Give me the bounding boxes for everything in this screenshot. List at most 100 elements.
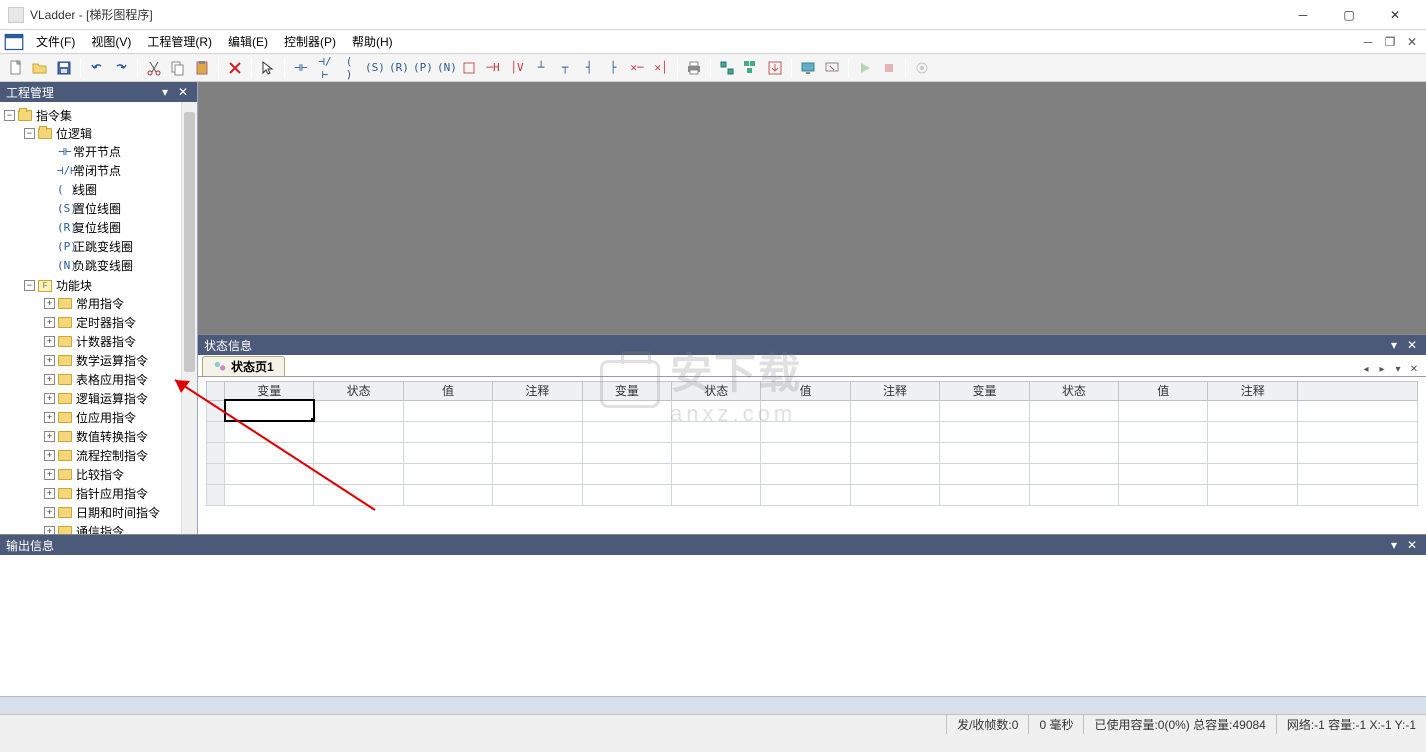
panel-close-button[interactable]: ✕	[1404, 337, 1420, 353]
grid-cell[interactable]	[940, 463, 1029, 484]
grid-cell[interactable]	[582, 442, 671, 463]
menu-edit[interactable]: 编辑(E)	[220, 31, 276, 52]
panel-dropdown-button[interactable]: ▾	[157, 84, 173, 100]
tree-nc-contact[interactable]: 常闭节点	[73, 162, 121, 179]
stop-button[interactable]	[878, 57, 900, 79]
mdi-close-button[interactable]: ✕	[1402, 34, 1422, 50]
grid-cell[interactable]	[940, 421, 1029, 442]
menu-controller[interactable]: 控制器(P)	[276, 31, 344, 52]
grid-cell[interactable]	[493, 421, 582, 442]
del-vline-button[interactable]: ✕│	[650, 57, 672, 79]
paste-button[interactable]	[191, 57, 213, 79]
grid-cell[interactable]	[403, 463, 492, 484]
tree-coil[interactable]: 线圈	[73, 181, 97, 198]
grid-cell[interactable]	[1298, 400, 1418, 421]
grid-cell[interactable]	[1029, 442, 1118, 463]
grid-cell[interactable]	[850, 421, 939, 442]
col-comment[interactable]: 注释	[493, 382, 582, 401]
scrollbar-thumb[interactable]	[184, 112, 195, 372]
print-button[interactable]	[683, 57, 705, 79]
expand-toggle[interactable]: +	[44, 336, 55, 347]
grid-cell[interactable]	[761, 463, 850, 484]
grid-cell[interactable]	[850, 463, 939, 484]
grid-cell[interactable]	[225, 442, 314, 463]
mdi-restore-button[interactable]: ❐	[1380, 34, 1400, 50]
tree-pos-edge[interactable]: 正跳变线圈	[73, 238, 133, 255]
grid-cell[interactable]	[1208, 421, 1298, 442]
grid-cell[interactable]	[672, 400, 761, 421]
grid-cell[interactable]	[940, 484, 1029, 505]
branch-left-button[interactable]: ┤	[578, 57, 600, 79]
grid-cell[interactable]	[672, 442, 761, 463]
grid-cell[interactable]	[1298, 442, 1418, 463]
tree-no-contact[interactable]: 常开节点	[73, 143, 121, 160]
expand-toggle[interactable]: +	[44, 507, 55, 518]
mdi-minimize-button[interactable]: ─	[1358, 34, 1378, 50]
hline-button[interactable]: ─H	[482, 57, 504, 79]
grid-cell[interactable]	[1208, 400, 1298, 421]
branch-right-button[interactable]: ├	[602, 57, 624, 79]
expand-toggle[interactable]: +	[44, 374, 55, 385]
grid-cell[interactable]	[1208, 442, 1298, 463]
monitor-button[interactable]	[797, 57, 819, 79]
panel-dropdown-button[interactable]: ▾	[1386, 537, 1402, 553]
del-hline-button[interactable]: ✕─	[626, 57, 648, 79]
maximize-button[interactable]: ▢	[1326, 0, 1372, 30]
panel-dropdown-button[interactable]: ▾	[1386, 337, 1402, 353]
copy-button[interactable]	[167, 57, 189, 79]
col-state[interactable]: 状态	[1029, 382, 1118, 401]
grid-cell[interactable]	[850, 484, 939, 505]
branch-down-button[interactable]: ┬	[554, 57, 576, 79]
grid-cell[interactable]	[850, 442, 939, 463]
expand-toggle[interactable]: −	[24, 128, 35, 139]
grid-cell[interactable]	[403, 442, 492, 463]
tree-funcblock[interactable]: 功能块	[56, 277, 92, 294]
output-body[interactable]	[0, 555, 1426, 696]
grid-cell[interactable]	[403, 484, 492, 505]
compile-button[interactable]	[716, 57, 738, 79]
grid-cell[interactable]	[672, 484, 761, 505]
tree-func-table[interactable]: 表格应用指令	[76, 371, 148, 388]
col-var[interactable]: 变量	[582, 382, 671, 401]
compile-all-button[interactable]	[740, 57, 762, 79]
grid-cell[interactable]	[314, 484, 403, 505]
tree-func-math[interactable]: 数学运算指令	[76, 352, 148, 369]
tree-bitlogic[interactable]: 位逻辑	[56, 125, 92, 142]
tree-func-comm[interactable]: 通信指令	[76, 523, 124, 534]
coil-button[interactable]: ( )	[338, 57, 360, 79]
tree-func-timer[interactable]: 定时器指令	[76, 314, 136, 331]
grid-cell[interactable]	[672, 463, 761, 484]
set-coil-button[interactable]: (S)	[362, 57, 384, 79]
grid-cell[interactable]	[761, 484, 850, 505]
tree-set-coil[interactable]: 置位线圈	[73, 200, 121, 217]
ladder-editor[interactable]	[198, 82, 1426, 334]
tree-func-flow[interactable]: 流程控制指令	[76, 447, 148, 464]
grid-cell[interactable]	[1208, 463, 1298, 484]
save-button[interactable]	[53, 57, 75, 79]
no-contact-button[interactable]: ⊣⊢	[290, 57, 312, 79]
grid-cell[interactable]	[1119, 442, 1208, 463]
tree-func-bitapp[interactable]: 位应用指令	[76, 409, 136, 426]
grid-cell[interactable]	[225, 421, 314, 442]
col-state[interactable]: 状态	[314, 382, 403, 401]
grid-cell[interactable]	[940, 400, 1029, 421]
grid-cell[interactable]	[1029, 484, 1118, 505]
col-comment[interactable]: 注释	[850, 382, 939, 401]
tree-func-compare[interactable]: 比较指令	[76, 466, 124, 483]
tab-close-button[interactable]: ✕	[1407, 362, 1421, 376]
tab-next-button[interactable]: ▸	[1375, 362, 1389, 376]
run-button[interactable]	[854, 57, 876, 79]
tree-scrollbar[interactable]	[181, 102, 197, 534]
tree-func-datetime[interactable]: 日期和时间指令	[76, 504, 160, 521]
grid-cell[interactable]	[672, 421, 761, 442]
panel-close-button[interactable]: ✕	[175, 84, 191, 100]
nc-contact-button[interactable]: ⊣/⊢	[314, 57, 336, 79]
col-state[interactable]: 状态	[672, 382, 761, 401]
cut-button[interactable]	[143, 57, 165, 79]
settings-button[interactable]	[911, 57, 933, 79]
status-tab-1[interactable]: 状态页1	[202, 356, 285, 376]
col-var[interactable]: 变量	[940, 382, 1029, 401]
grid-cell[interactable]	[1029, 463, 1118, 484]
tree-func-logic[interactable]: 逻辑运算指令	[76, 390, 148, 407]
pointer-button[interactable]	[257, 57, 279, 79]
